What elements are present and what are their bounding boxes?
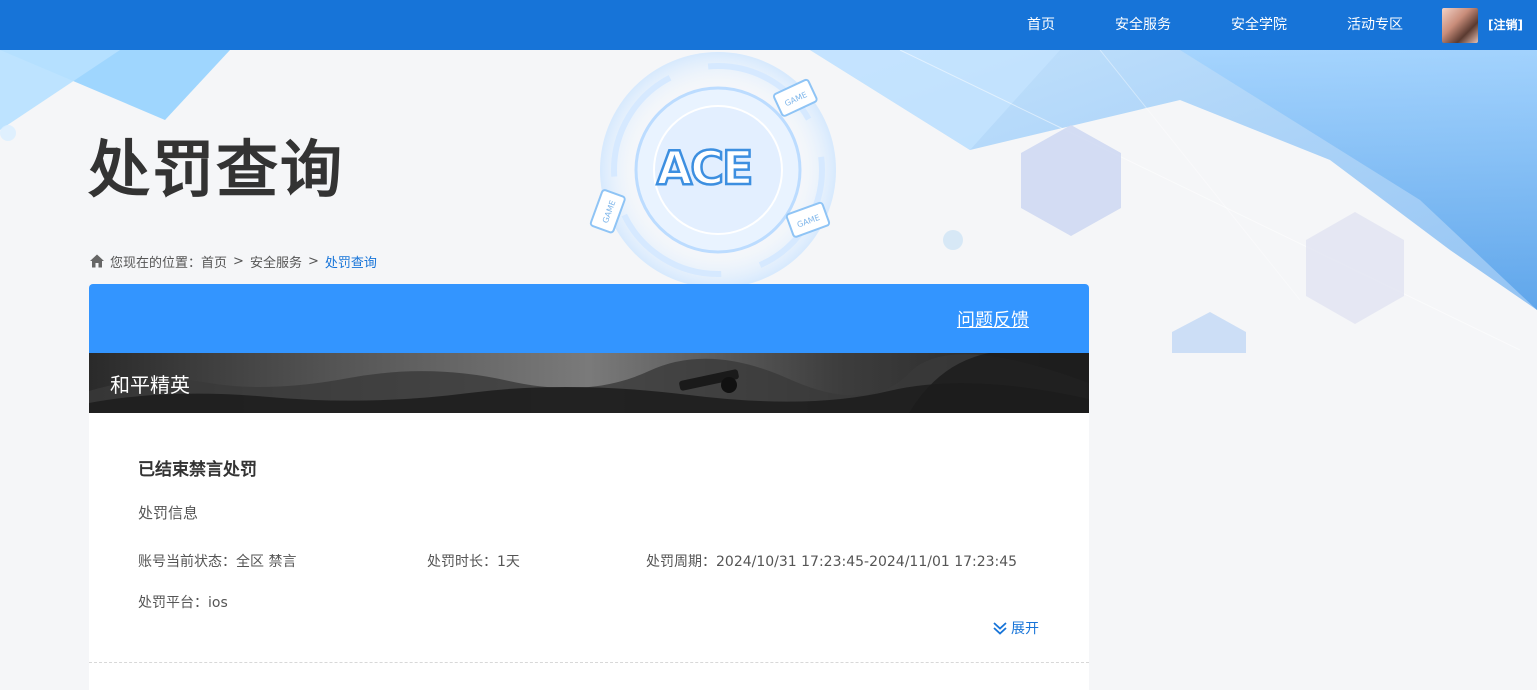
banner-scenery — [89, 353, 1089, 413]
card-header: 问题反馈 — [89, 284, 1089, 353]
penalty-platform: 处罚平台：ios — [138, 595, 228, 611]
penalty-period: 处罚周期：2024/10/31 17:23:45-2024/11/01 17:2… — [646, 554, 1018, 570]
breadcrumb-separator: > — [233, 253, 244, 269]
expand-button[interactable]: 展开 — [992, 618, 1039, 638]
expand-label: 展开 — [1011, 621, 1039, 637]
penalty-status-title: 已结束禁言处罚 — [138, 460, 257, 480]
breadcrumb: 您现在的位置： 首页 > 安全服务 > 处罚查询 — [89, 251, 377, 271]
nav-events[interactable]: 活动专区 — [1347, 0, 1403, 50]
penalty-info-label: 处罚信息 — [138, 504, 199, 522]
nav-home[interactable]: 首页 — [1027, 0, 1055, 50]
svg-text:ACE: ACE — [657, 141, 752, 195]
logout-link[interactable]: [注销] — [1488, 0, 1523, 50]
top-nav: 首页 安全服务 安全学院 活动专区 [注销] — [0, 0, 1537, 50]
double-chevron-down-icon — [993, 622, 1007, 635]
penalty-duration: 处罚时长：1天 — [427, 554, 520, 570]
avatar[interactable] — [1442, 8, 1478, 43]
breadcrumb-security-service[interactable]: 安全服务 — [250, 252, 302, 271]
divider — [89, 662, 1089, 663]
breadcrumb-current: 处罚查询 — [324, 255, 377, 271]
breadcrumb-home[interactable]: 首页 — [201, 252, 227, 271]
breadcrumb-separator: > — [307, 253, 319, 269]
breadcrumb-prefix: 您现在的位置： — [110, 255, 202, 271]
home-icon — [90, 254, 104, 268]
game-banner: 和平精英 — [89, 353, 1089, 413]
penalty-card: 已结束禁言处罚 处罚信息 账号当前状态：全区 禁言 处罚时长：1天 处罚周期：2… — [89, 413, 1089, 690]
nav-security-academy[interactable]: 安全学院 — [1231, 0, 1287, 50]
account-status: 账号当前状态：全区 禁言 — [138, 554, 297, 570]
game-name: 和平精英 — [110, 373, 190, 397]
nav-security-service[interactable]: 安全服务 — [1115, 0, 1171, 50]
feedback-link[interactable]: 问题反馈 — [957, 306, 1029, 332]
page-title: 处罚查询 — [88, 133, 345, 206]
